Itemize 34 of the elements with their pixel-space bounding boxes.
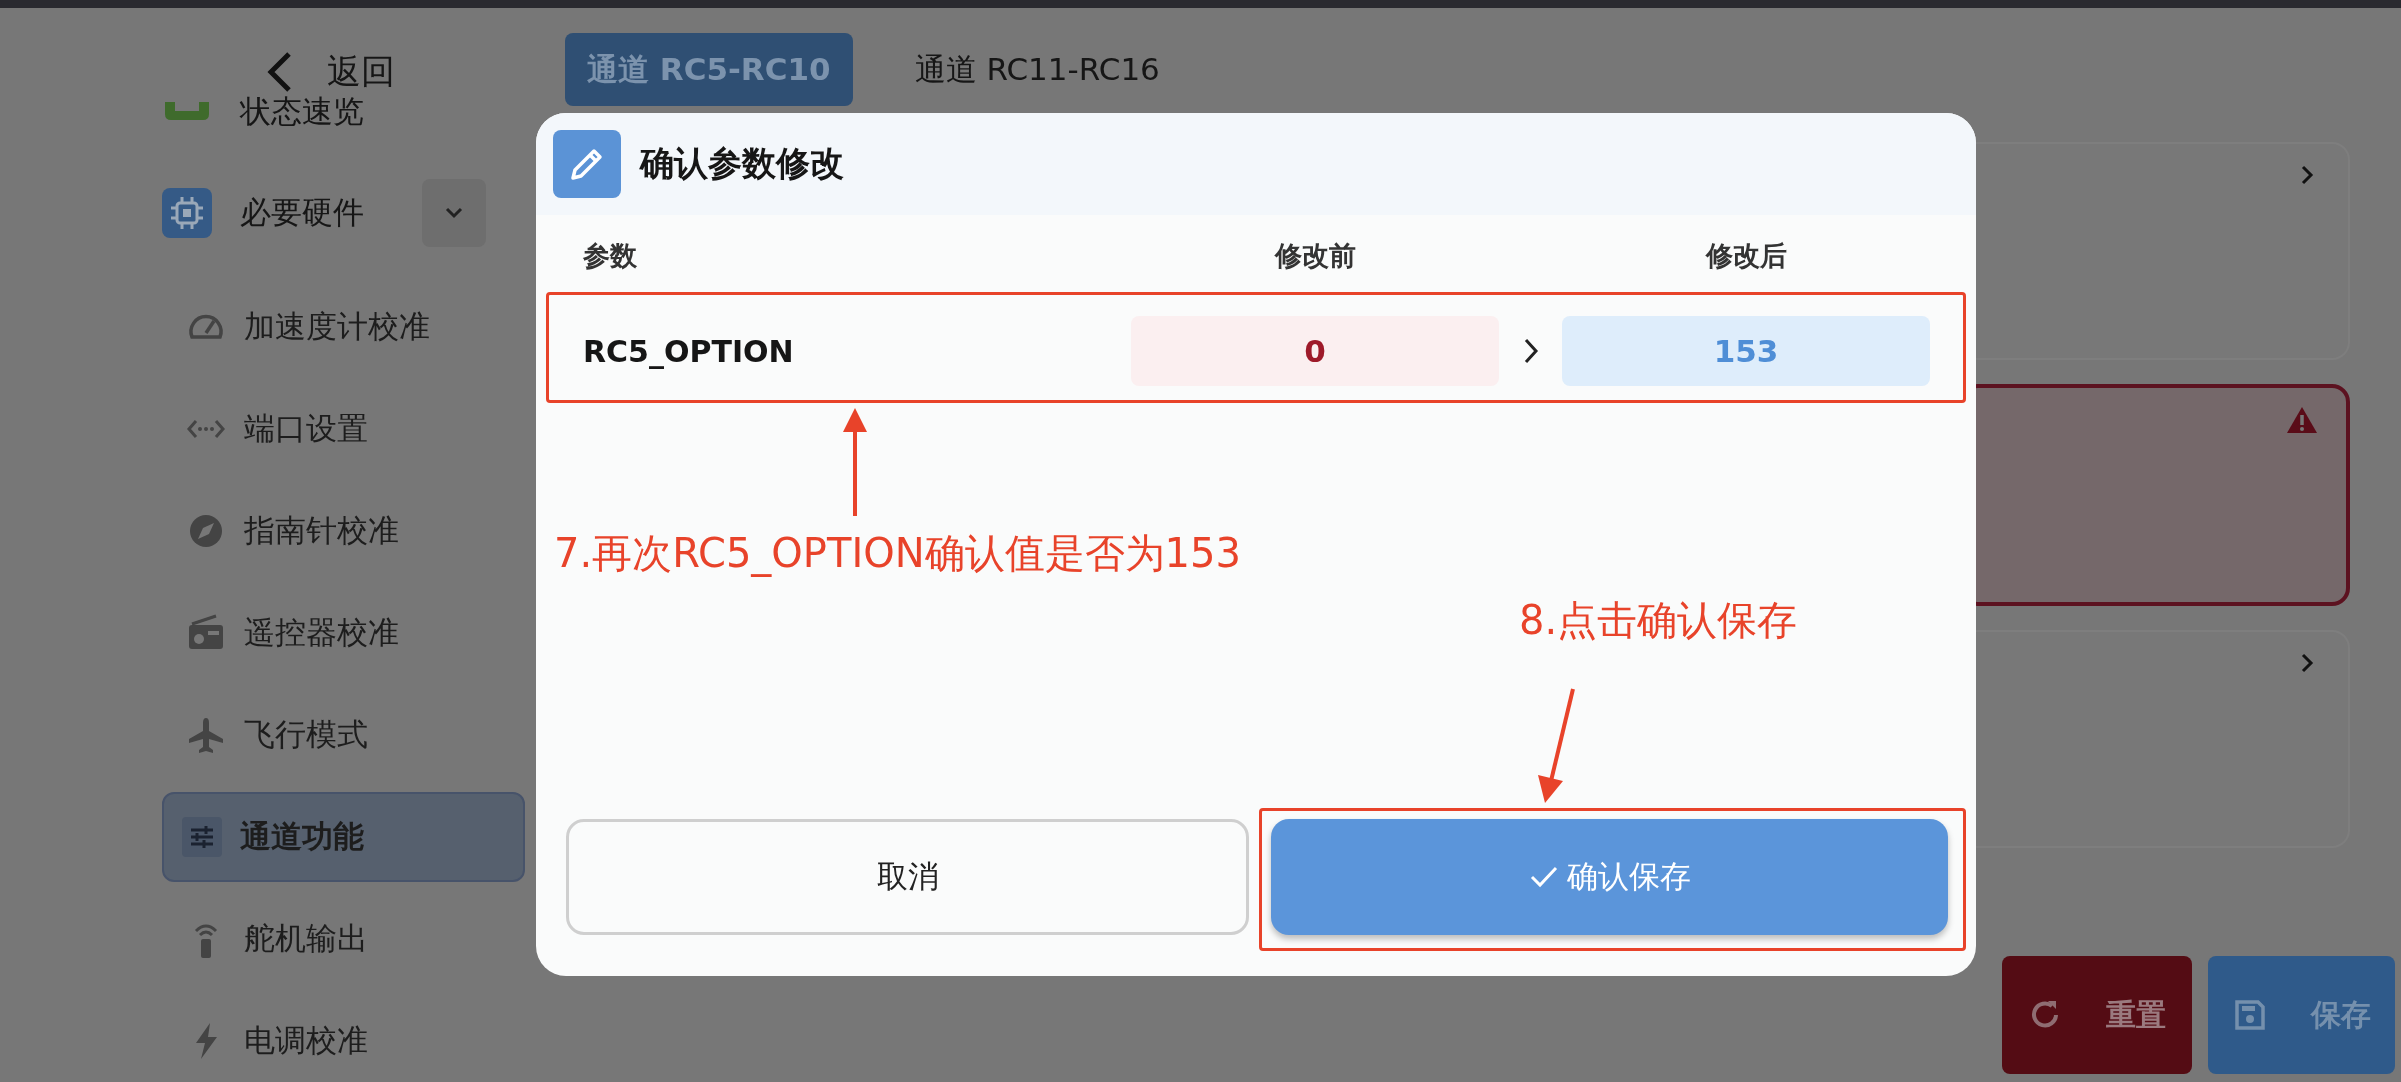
sidebar-item[interactable]: 加速度计校准 (162, 282, 525, 372)
annotation-text: 7.再次RC5_OPTION确认值是否为153 (554, 529, 1241, 579)
reset-button[interactable]: 重置 (2002, 956, 2192, 1074)
sidebar-item[interactable]: 遥控器校准 (162, 588, 525, 678)
sidebar-item[interactable]: 电调校准 (162, 996, 525, 1082)
chevron-right-icon (2300, 652, 2314, 674)
checkmark-icon (1528, 864, 1559, 890)
column-header: 修改后 (1704, 238, 1788, 273)
param-name: RC5_OPTION (583, 333, 795, 369)
warning-icon (2286, 406, 2318, 434)
save-button[interactable]: 保存 (2208, 956, 2395, 1074)
dashboard-icon (162, 102, 212, 122)
cancel-button[interactable]: 取消 (566, 819, 1249, 935)
sidebar-item[interactable]: 通道功能 (162, 792, 525, 882)
sidebar-item[interactable]: 飞行模式 (162, 690, 525, 780)
confirm-button[interactable]: 确认保存 (1271, 819, 1948, 935)
chevron-right-icon (2300, 164, 2314, 186)
tab[interactable]: 通道 RC5-RC10 (565, 33, 853, 106)
column-header: 修改前 (1273, 238, 1357, 273)
old-value: 0 (1131, 316, 1499, 386)
sidebar-item[interactable]: 指南针校准 (162, 486, 525, 576)
sidebar-item[interactable]: 舵机输出 (162, 894, 525, 984)
new-value: 153 (1562, 316, 1930, 386)
sidebar-item[interactable]: 端口设置 (162, 384, 525, 474)
column-header: 参数 (583, 238, 638, 273)
pencil-icon (553, 130, 621, 198)
airplane-icon (186, 715, 226, 755)
sliders-icon (182, 817, 222, 857)
tab[interactable]: 通道 RC11-RC16 (892, 33, 1182, 106)
sidebar-group[interactable]: 必要硬件 (240, 192, 422, 234)
dialog-title: 确认参数修改 (640, 142, 844, 185)
chip-icon (162, 188, 212, 238)
chevron-right-icon (1522, 337, 1539, 365)
annotation-text: 8.点击确认保存 (1519, 596, 1798, 645)
